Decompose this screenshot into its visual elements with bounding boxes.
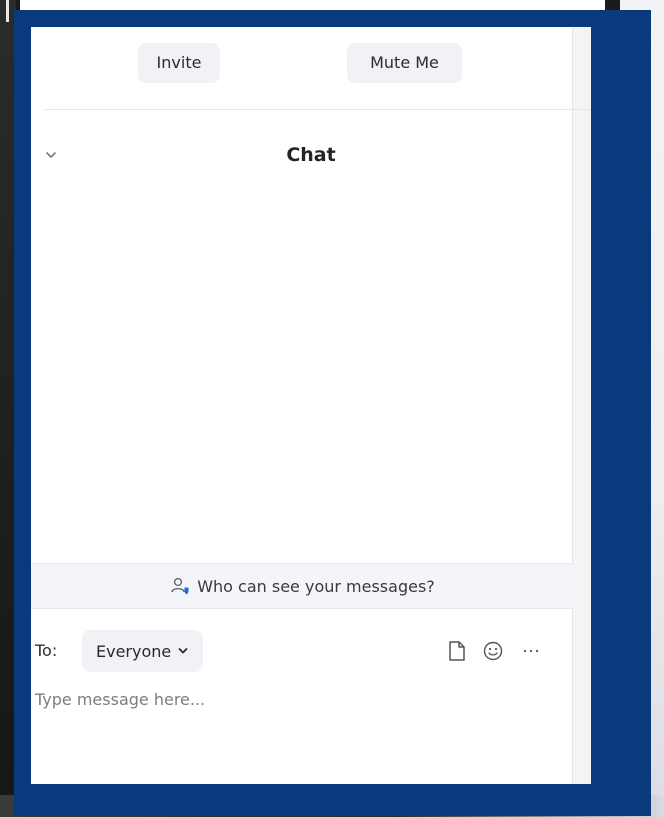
background-edge (6, 0, 9, 22)
participant-actions: Invite Mute Me (31, 43, 591, 83)
invite-button[interactable]: Invite (138, 43, 220, 83)
chevron-down-icon (177, 642, 189, 661)
emoji-icon[interactable] (481, 639, 505, 663)
people-icon (169, 575, 191, 597)
chat-messages-area (31, 177, 573, 562)
more-icon[interactable] (519, 639, 543, 663)
chat-title: Chat (286, 144, 336, 166)
mute-me-button[interactable]: Mute Me (347, 43, 462, 83)
background-top (20, 0, 605, 10)
message-input[interactable] (35, 683, 555, 715)
chevron-down-icon[interactable] (41, 145, 61, 165)
chat-panel: Invite Mute Me Chat Who can see your mes (31, 27, 591, 784)
to-label: To: (35, 641, 58, 660)
recipient-select[interactable]: Everyone (82, 630, 204, 672)
recipient-row: To: Everyone (31, 629, 573, 673)
chat-header: Chat (31, 139, 591, 171)
visibility-notice-text: Who can see your messages? (197, 576, 435, 596)
screen: Invite Mute Me Chat Who can see your mes (0, 0, 664, 817)
message-visibility-notice[interactable]: Who can see your messages? (31, 563, 573, 609)
file-icon[interactable] (445, 639, 469, 663)
recipient-value: Everyone (96, 641, 172, 661)
section-divider (45, 109, 591, 110)
